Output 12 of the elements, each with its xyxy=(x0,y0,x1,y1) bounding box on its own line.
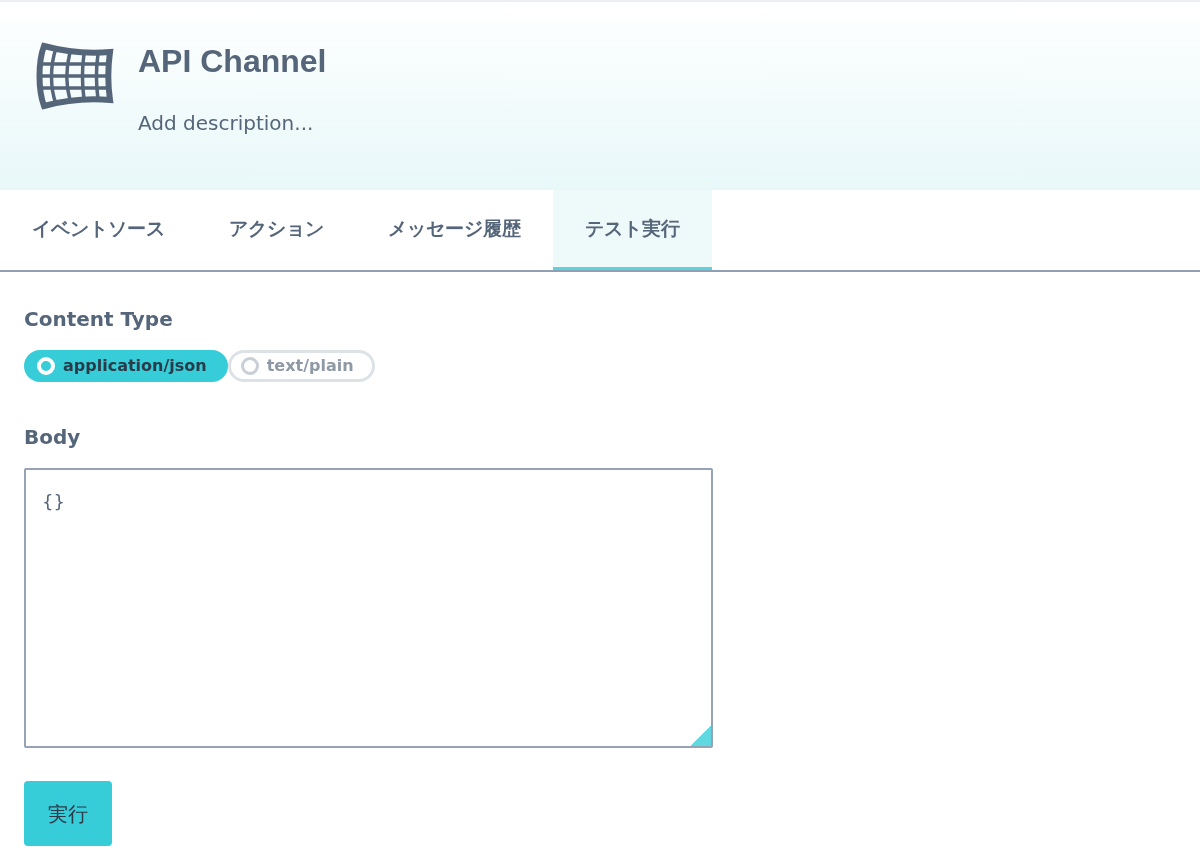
tab[interactable]: テスト実行 xyxy=(553,190,712,270)
section-label: Body xyxy=(24,424,82,451)
tab[interactable]: アクション xyxy=(197,190,356,270)
tab[interactable]: メッセージ履歴 xyxy=(356,190,553,270)
section-label: Content Type xyxy=(24,306,174,333)
description-text[interactable]: Add description... xyxy=(138,108,327,139)
tab[interactable]: イベントソース xyxy=(0,190,197,270)
radio-option[interactable]: application/json xyxy=(24,350,228,382)
run-button[interactable]: 実行 xyxy=(24,781,112,846)
page-title: API Channel xyxy=(138,42,327,81)
body-textarea[interactable]: {} xyxy=(24,468,713,748)
net-icon xyxy=(36,42,114,110)
